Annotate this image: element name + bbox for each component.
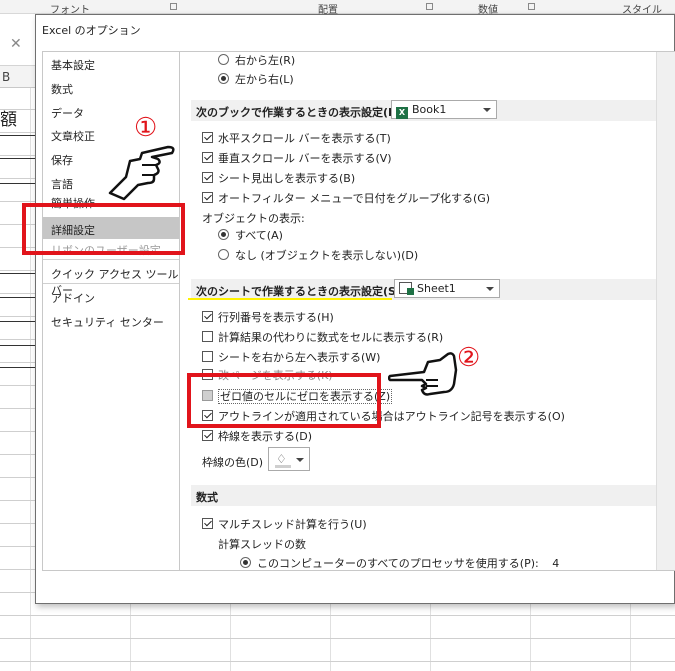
font-dialog-launcher-icon[interactable] xyxy=(170,3,177,10)
nav-item-trust-center[interactable]: セキュリティ センター xyxy=(51,314,164,330)
option-label: シート見出しを表示する(B) xyxy=(218,172,356,185)
cell-border xyxy=(0,321,36,322)
worksheet-icon xyxy=(399,282,414,295)
number-dialog-launcher-icon[interactable] xyxy=(528,3,535,10)
option-label: マルチスレッド計算を行う(U) xyxy=(218,518,367,531)
option-show-formulas[interactable]: 計算結果の代わりに数式をセルに表示する(R) xyxy=(202,329,443,345)
cell-border xyxy=(0,183,36,184)
excel-options-dialog: Excel のオプション 基本設定 数式 データ 文章校正 保存 言語 簡単操作… xyxy=(35,14,675,604)
highlight-zero-values-box xyxy=(187,373,381,428)
options-nav: 基本設定 数式 データ 文章校正 保存 言語 簡単操作 詳細設定 リボンのユーザ… xyxy=(42,51,180,571)
highlight-underline xyxy=(188,298,392,300)
checkbox[interactable] xyxy=(202,132,213,143)
ribbon-group-bar: フォント 配置 数値 スタイル xyxy=(0,0,675,16)
radio-rtl-label: 右から左(R) xyxy=(235,54,296,67)
option-horizontal-scrollbar[interactable]: 水平スクロール バーを表示する(T) xyxy=(202,130,391,146)
sheet-select-value: Sheet1 xyxy=(417,282,456,295)
chevron-down-icon xyxy=(486,287,494,291)
step-marker-1: ① xyxy=(134,113,158,143)
object-display-label: オブジェクトの表示: xyxy=(202,212,305,225)
nav-item-save[interactable]: 保存 xyxy=(51,152,73,168)
nav-divider xyxy=(43,283,179,284)
checkbox[interactable] xyxy=(202,311,213,322)
radio-ltr[interactable] xyxy=(218,73,229,84)
direction-ltr-option[interactable]: 左から右(L) xyxy=(218,71,294,87)
option-gridlines[interactable]: 枠線を表示する(D) xyxy=(202,428,312,444)
checkbox[interactable] xyxy=(202,152,213,163)
formula-section-label: 数式 xyxy=(196,491,218,504)
option-multithread[interactable]: マルチスレッド計算を行う(U) xyxy=(202,516,367,532)
option-row-col-headers[interactable]: 行列番号を表示する(H) xyxy=(202,309,334,325)
book-select[interactable]: X Book1 xyxy=(391,100,497,119)
formula-section-header: 数式 xyxy=(191,485,656,506)
nav-item-language[interactable]: 言語 xyxy=(51,176,73,192)
checkbox[interactable] xyxy=(202,518,213,529)
gridline-color-label: 枠線の色(D) xyxy=(202,456,264,469)
direction-rtl-option[interactable]: 右から左(R) xyxy=(218,52,295,68)
checkbox[interactable] xyxy=(202,351,213,362)
option-label: 垂直スクロール バーを表示する(V) xyxy=(218,152,392,165)
option-sheet-tabs[interactable]: シート見出しを表示する(B) xyxy=(202,170,355,186)
sheet-select[interactable]: Sheet1 xyxy=(394,279,500,298)
paint-bucket-icon: ♢ xyxy=(276,452,287,466)
radio-all-processors[interactable] xyxy=(240,557,251,568)
cell-border xyxy=(0,297,36,298)
cell-border xyxy=(0,273,36,274)
column-header-b[interactable]: B xyxy=(2,70,10,84)
nav-item-formulas[interactable]: 数式 xyxy=(51,81,73,97)
nav-item-general[interactable]: 基本設定 xyxy=(51,57,95,73)
vertical-scrollbar[interactable] xyxy=(656,52,675,570)
checkbox[interactable] xyxy=(202,331,213,342)
checkbox[interactable] xyxy=(202,192,213,203)
nav-divider xyxy=(43,259,179,260)
cell-border xyxy=(0,158,36,159)
processor-count: 4 xyxy=(552,557,560,570)
radio-all[interactable] xyxy=(218,229,229,240)
cell-border xyxy=(0,345,36,346)
chevron-down-icon xyxy=(296,458,304,462)
all-processors-option[interactable]: このコンピューターのすべてのプロセッサを使用する(P): 4 xyxy=(240,555,560,570)
radio-ltr-label: 左から右(L) xyxy=(235,73,294,86)
radio-all-processors-label: このコンピューターのすべてのプロセッサを使用する(P): xyxy=(257,557,539,570)
pointing-hand-icon xyxy=(108,145,175,201)
step-marker-2: ② xyxy=(457,343,481,373)
dialog-title: Excel のオプション xyxy=(42,24,141,37)
cancel-entry-icon[interactable]: ✕ xyxy=(10,36,22,52)
nav-item-data[interactable]: データ xyxy=(51,105,84,121)
color-swatch xyxy=(275,465,291,468)
chevron-down-icon xyxy=(483,108,491,112)
option-vertical-scrollbar[interactable]: 垂直スクロール バーを表示する(V) xyxy=(202,150,392,166)
highlight-advanced-box xyxy=(22,203,185,255)
option-autofilter-group-dates[interactable]: オートフィルター メニューで日付をグループ化する(G) xyxy=(202,190,490,206)
object-display-none-option[interactable]: なし (オブジェクトを表示しない)(D) xyxy=(218,247,418,263)
object-display-all-option[interactable]: すべて(A) xyxy=(218,227,283,243)
checkbox[interactable] xyxy=(202,430,213,441)
nav-item-proofing[interactable]: 文章校正 xyxy=(51,128,95,144)
radio-rtl[interactable] xyxy=(218,54,229,65)
checkbox[interactable] xyxy=(202,172,213,183)
option-label: シートを右から左へ表示する(W) xyxy=(218,351,381,364)
option-label: 水平スクロール バーを表示する(T) xyxy=(218,132,391,145)
excel-workbook-icon: X xyxy=(396,107,408,119)
alignment-dialog-launcher-icon[interactable] xyxy=(426,3,433,10)
book-section-label: 次のブックで作業するときの表示設定(B): xyxy=(196,106,406,119)
thread-count-label: 計算スレッドの数 xyxy=(218,538,306,551)
book-select-value: Book1 xyxy=(412,103,447,116)
option-label: オートフィルター メニューで日付をグループ化する(G) xyxy=(218,192,491,205)
option-label: 行列番号を表示する(H) xyxy=(218,311,334,324)
option-label: 計算結果の代わりに数式をセルに表示する(R) xyxy=(218,331,444,344)
gridline-color-picker[interactable]: ♢ xyxy=(268,447,310,471)
cell-amount-header[interactable]: 額 xyxy=(0,105,17,130)
pointing-hand-icon xyxy=(388,352,458,396)
radio-all-label: すべて(A) xyxy=(235,229,283,242)
sheet-section-label: 次のシートで作業するときの表示設定(S): xyxy=(196,285,406,298)
cell-border xyxy=(0,135,36,136)
nav-item-addins[interactable]: アドイン xyxy=(51,290,95,306)
radio-none-label: なし (オブジェクトを表示しない)(D) xyxy=(235,249,419,262)
option-sheet-rtl[interactable]: シートを右から左へ表示する(W) xyxy=(202,349,380,365)
cell-border xyxy=(0,367,36,368)
option-label: 枠線を表示する(D) xyxy=(218,430,313,443)
radio-none[interactable] xyxy=(218,249,229,260)
advanced-options-panel: 右から左(R) 左から右(L) 次のブックで作業するときの表示設定(B): XB… xyxy=(179,51,675,571)
